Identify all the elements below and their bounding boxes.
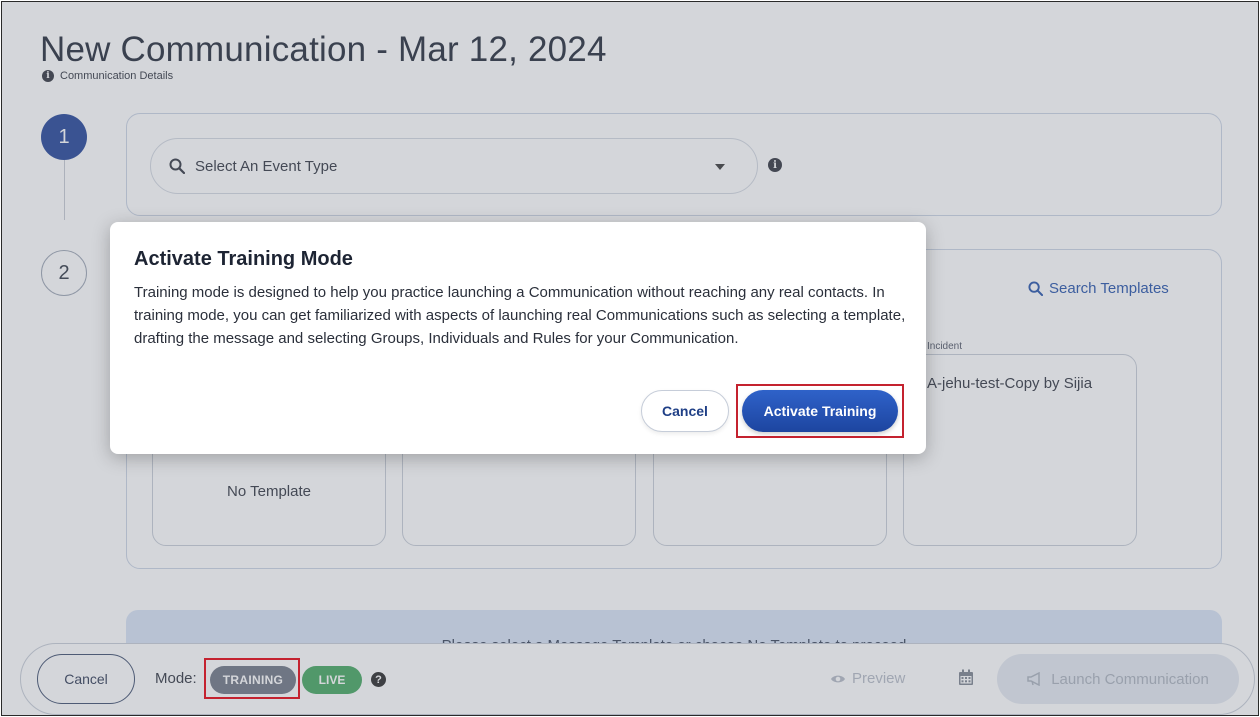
app-window: New Communication - Mar 12, 2024 i Commu…	[1, 1, 1259, 716]
activate-training-dialog: Activate Training Mode Training mode is …	[110, 222, 926, 454]
highlight-box-training	[204, 658, 300, 699]
dialog-body: Training mode is designed to help you pr…	[134, 284, 906, 347]
highlight-box-activate	[736, 384, 904, 438]
dialog-title: Activate Training Mode	[134, 248, 353, 270]
dialog-cancel-button[interactable]: Cancel	[641, 390, 729, 432]
